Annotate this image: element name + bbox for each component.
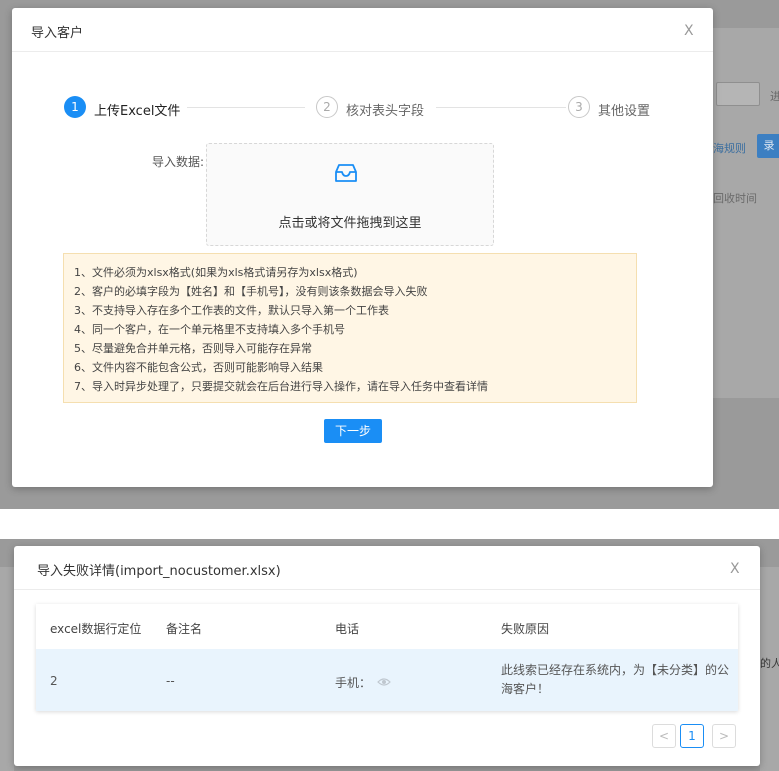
background-search-suffix: 进 <box>770 90 779 103</box>
step-1-number: 1 <box>64 96 86 118</box>
remark-cell: -- <box>166 674 175 688</box>
column-header: excel数据行定位 <box>50 622 142 636</box>
notice-line: 1、文件必须为xlsx格式(如果为xls格式请另存为xlsx格式) <box>74 266 358 279</box>
dialog-title: 导入客户 <box>31 26 84 41</box>
import-fail-dialog: 导入失败详情(import_nocustomer.xlsx) X excel数据… <box>14 546 760 766</box>
background-page-area <box>0 567 14 771</box>
fail-reason-line: 此线索已经存在系统内，为【未分类】的公 <box>501 663 730 677</box>
notice-line: 4、同一个客户，在一个单元格里不支持填入多个手机号 <box>74 323 345 336</box>
step-2-label: 核对表头字段 <box>346 104 425 119</box>
notice-line: 6、文件内容不能包含公式，否则可能影响导入结果 <box>74 361 323 374</box>
fail-table: excel数据行定位 备注名 电话 失败原因 2 -- 手机： 此线索已经存在系… <box>36 604 738 711</box>
import-notice: 1、文件必须为xlsx格式(如果为xls格式请另存为xlsx格式) 2、客户的必… <box>63 253 637 403</box>
background-action-button: 录 <box>757 134 779 158</box>
dialog-title: 导入失败详情(import_nocustomer.xlsx) <box>37 564 281 579</box>
close-icon[interactable]: X <box>684 24 694 38</box>
phone-cell: 手机： <box>335 676 372 690</box>
notice-line: 2、客户的必填字段为【姓名】和【手机号】，没有则该条数据会导入失败 <box>74 285 428 298</box>
pager-prev-button[interactable]: < <box>652 724 676 748</box>
step-1-label: 上传Excel文件 <box>94 104 181 119</box>
pager-next-button[interactable]: > <box>712 724 736 748</box>
next-step-button[interactable]: 下一步 <box>324 419 382 443</box>
fail-reason-line: 海客户！ <box>501 682 550 696</box>
pager-page-button[interactable]: 1 <box>680 724 704 748</box>
background-side-text: 的人 <box>760 657 779 670</box>
step-3-number: 3 <box>568 96 590 118</box>
dialog-header: 导入客户 X <box>12 8 713 52</box>
dialog-header: 导入失败详情(import_nocustomer.xlsx) X <box>14 546 760 590</box>
background-rule-link: 海规则 <box>713 142 746 155</box>
column-header: 备注名 <box>166 622 203 636</box>
fail-reason-cell: 此线索已经存在系统内，为【未分类】的公 海客户！ <box>501 661 731 699</box>
upload-dropzone[interactable]: 点击或将文件拖拽到这里 <box>206 143 494 246</box>
step-3-label: 其他设置 <box>598 104 651 119</box>
background-column-header: 回收时间 <box>713 192 757 205</box>
step-connector <box>436 107 566 108</box>
upload-field-label: 导入数据: <box>152 155 205 169</box>
column-header: 失败原因 <box>501 622 550 636</box>
row-number-cell: 2 <box>50 674 58 688</box>
background-search-input <box>716 82 760 106</box>
close-icon[interactable]: X <box>730 562 740 576</box>
column-header: 电话 <box>335 622 360 636</box>
upload-hint: 点击或将文件拖拽到这里 <box>278 216 422 231</box>
eye-icon[interactable] <box>377 677 391 687</box>
step-2-number: 2 <box>316 96 338 118</box>
notice-line: 7、导入时异步处理了，只要提交就会在后台进行导入操作，请在导入任务中查看详情 <box>74 380 488 393</box>
inbox-icon <box>335 164 357 182</box>
notice-line: 3、不支持导入存在多个工作表的文件，默认只导入第一个工作表 <box>74 304 389 317</box>
table-row[interactable]: 2 -- 手机： 此线索已经存在系统内，为【未分类】的公 海客户！ <box>36 649 738 711</box>
step-connector <box>187 107 305 108</box>
notice-line: 5、尽量避免合并单元格，否则导入可能存在异常 <box>74 342 312 355</box>
import-customer-dialog: 导入客户 X 1 上传Excel文件 2 核对表头字段 3 其他设置 导入数据:… <box>12 8 713 487</box>
